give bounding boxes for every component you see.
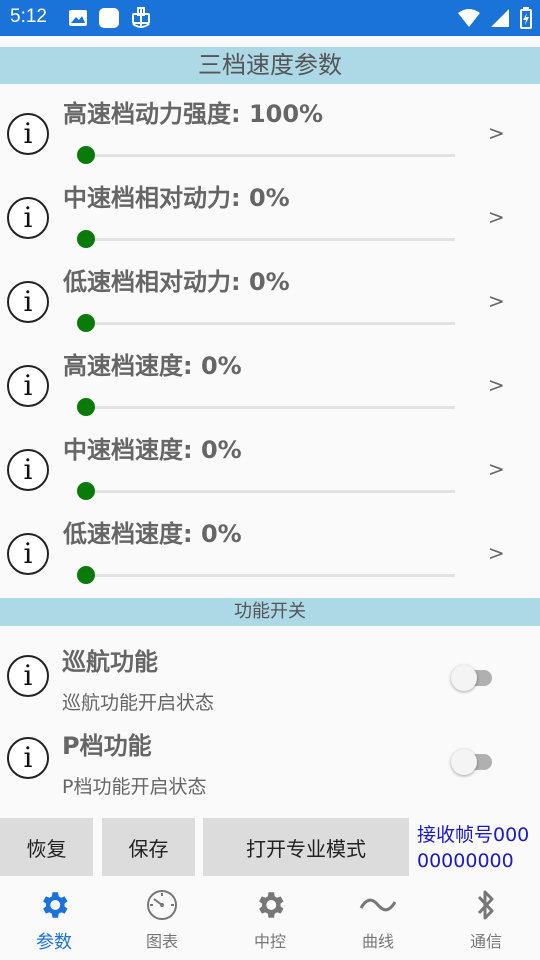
nav-label: 参数 bbox=[36, 932, 72, 953]
info-icon[interactable]: i bbox=[7, 449, 49, 491]
slider-row: i 高速档动力强度: 100% > bbox=[0, 84, 540, 168]
gauge-icon bbox=[145, 888, 179, 922]
slider-track[interactable] bbox=[85, 490, 455, 493]
image-icon bbox=[68, 8, 88, 32]
slider-track[interactable] bbox=[85, 406, 455, 409]
switch-row-cruise: i 巡航功能 巡航功能开启状态 bbox=[0, 632, 540, 716]
slider-row: i 低速档相对动力: 0% > bbox=[0, 252, 540, 336]
chevron-right-icon[interactable]: > bbox=[488, 373, 505, 397]
slider-track[interactable] bbox=[85, 238, 455, 241]
nav-comm[interactable]: 通信 bbox=[432, 876, 540, 960]
slider-track[interactable] bbox=[85, 154, 455, 157]
switch-title: P档功能 bbox=[62, 732, 152, 760]
slider-thumb[interactable] bbox=[77, 314, 95, 332]
bluetooth-icon bbox=[473, 888, 499, 922]
slider-thumb[interactable] bbox=[77, 146, 95, 164]
slider-label: 中速档相对动力: 0% bbox=[63, 184, 290, 212]
chevron-right-icon[interactable]: > bbox=[488, 205, 505, 229]
slider-label: 高速档动力强度: 100% bbox=[63, 100, 324, 128]
slider-row: i 高速档速度: 0% > bbox=[0, 336, 540, 420]
switch-row-park: i P档功能 P档功能开启状态 bbox=[0, 716, 540, 800]
slider-track[interactable] bbox=[85, 574, 455, 577]
toggle-thumb[interactable] bbox=[451, 665, 477, 691]
nav-label: 通信 bbox=[469, 932, 502, 951]
receive-frame-counter: 接收帧号00000000000 bbox=[417, 824, 530, 872]
switch-subtitle: P档功能开启状态 bbox=[62, 776, 207, 798]
slider-thumb[interactable] bbox=[77, 566, 95, 584]
save-button[interactable]: 保存 bbox=[102, 818, 195, 876]
restore-button[interactable]: 恢复 bbox=[0, 818, 93, 876]
nav-label: 中控 bbox=[253, 932, 286, 951]
slider-thumb[interactable] bbox=[77, 230, 95, 248]
slider-track[interactable] bbox=[85, 322, 455, 325]
status-bar: 5:12 bbox=[0, 0, 540, 36]
app-square-icon bbox=[98, 7, 120, 33]
gear-icon bbox=[37, 888, 71, 922]
wave-icon bbox=[359, 888, 397, 922]
bottom-nav: 参数 图表 中控 曲线 通信 bbox=[0, 876, 540, 960]
section-header-functions: 功能开关 bbox=[0, 598, 540, 626]
pro-mode-button[interactable]: 打开专业模式 bbox=[203, 818, 409, 876]
parameter-list[interactable]: 三档速度参数 i 高速档动力强度: 100% > i 中速档相对动力: 0% >… bbox=[0, 36, 540, 816]
signal-icon bbox=[490, 8, 510, 32]
chevron-right-icon[interactable]: > bbox=[488, 121, 505, 145]
bug-icon bbox=[130, 7, 152, 33]
slider-label: 高速档速度: 0% bbox=[63, 352, 242, 380]
toggle-thumb[interactable] bbox=[451, 749, 477, 775]
slider-label: 低速档速度: 0% bbox=[63, 520, 242, 548]
slider-row: i 中速档相对动力: 0% > bbox=[0, 168, 540, 252]
switch-title: 巡航功能 bbox=[62, 648, 158, 676]
gear-icon bbox=[253, 888, 287, 922]
nav-label: 图表 bbox=[145, 932, 178, 951]
slider-label: 低速档相对动力: 0% bbox=[63, 268, 290, 296]
chevron-right-icon[interactable]: > bbox=[488, 457, 505, 481]
info-icon[interactable]: i bbox=[7, 197, 49, 239]
info-icon[interactable]: i bbox=[7, 281, 49, 323]
section-header-speed: 三档速度参数 bbox=[0, 47, 540, 84]
nav-control[interactable]: 中控 bbox=[216, 876, 324, 960]
info-icon[interactable]: i bbox=[7, 655, 49, 697]
info-icon[interactable]: i bbox=[7, 365, 49, 407]
slider-label: 中速档速度: 0% bbox=[63, 436, 242, 464]
status-time: 5:12 bbox=[10, 6, 47, 27]
slider-thumb[interactable] bbox=[77, 398, 95, 416]
nav-curves[interactable]: 曲线 bbox=[324, 876, 432, 960]
slider-row: i 中速档速度: 0% > bbox=[0, 420, 540, 504]
battery-icon bbox=[520, 7, 532, 33]
nav-charts[interactable]: 图表 bbox=[108, 876, 216, 960]
chevron-right-icon[interactable]: > bbox=[488, 541, 505, 565]
slider-row: i 低速档速度: 0% > bbox=[0, 504, 540, 588]
nav-label: 曲线 bbox=[361, 932, 394, 951]
wifi-icon bbox=[458, 8, 480, 32]
info-icon[interactable]: i bbox=[7, 113, 49, 155]
slider-thumb[interactable] bbox=[77, 482, 95, 500]
nav-params[interactable]: 参数 bbox=[0, 876, 108, 960]
chevron-right-icon[interactable]: > bbox=[488, 289, 505, 313]
switch-subtitle: 巡航功能开启状态 bbox=[62, 692, 215, 714]
info-icon[interactable]: i bbox=[7, 737, 49, 779]
info-icon[interactable]: i bbox=[7, 533, 49, 575]
